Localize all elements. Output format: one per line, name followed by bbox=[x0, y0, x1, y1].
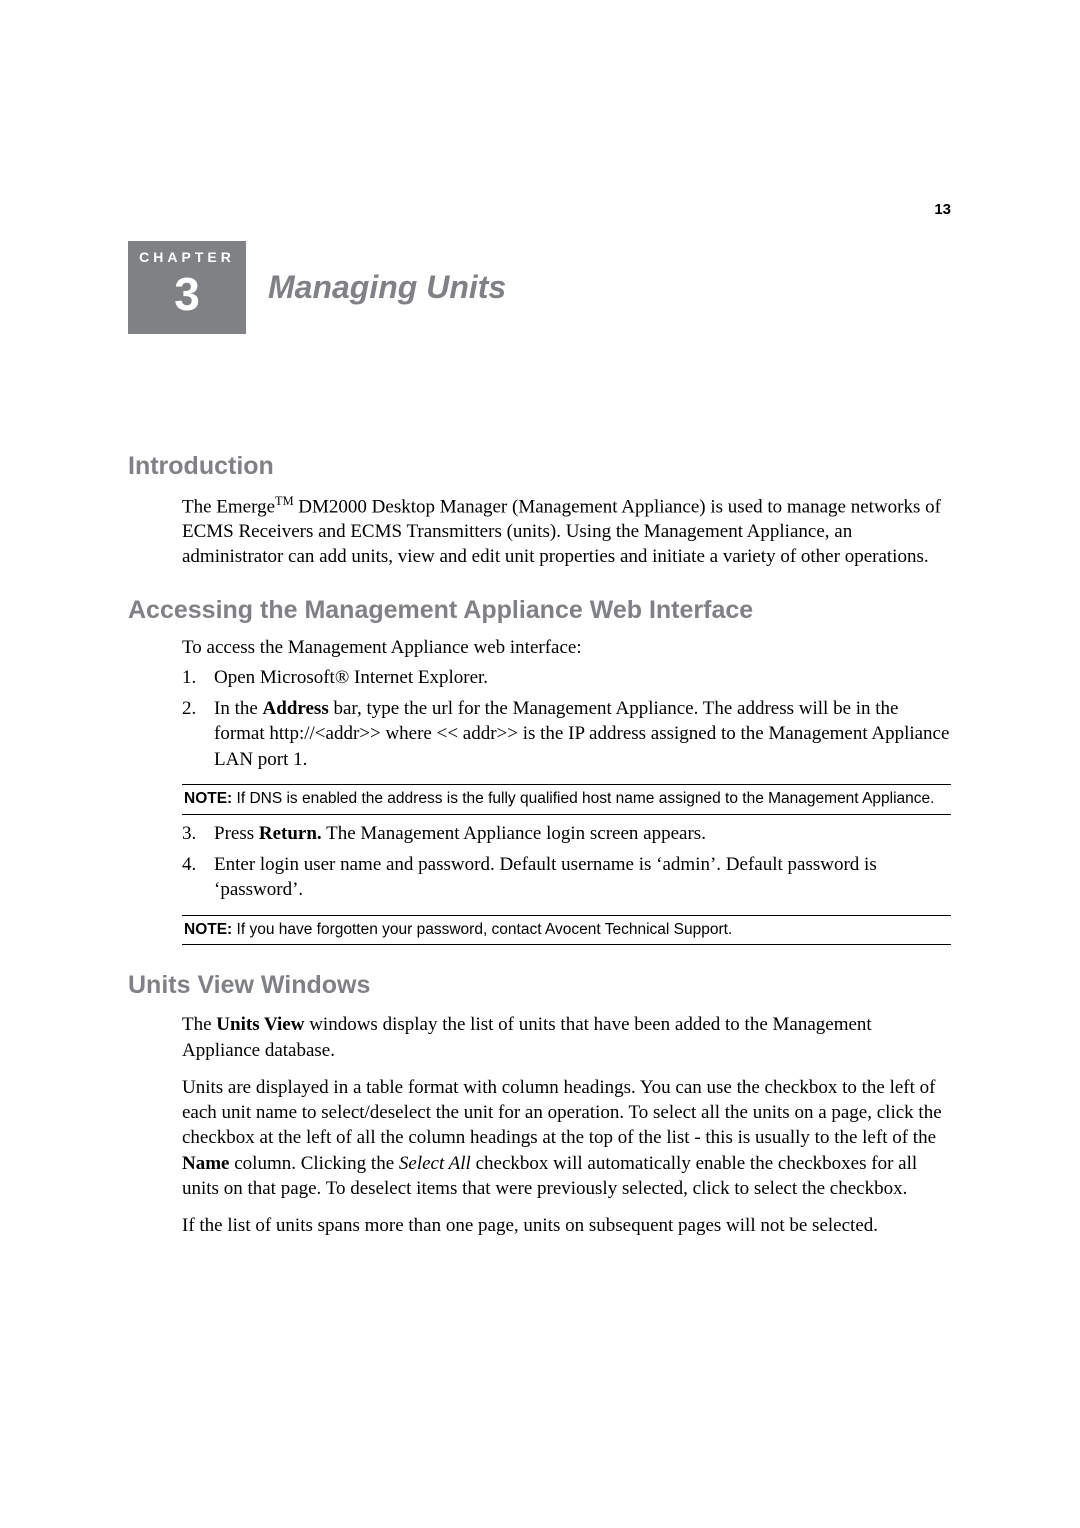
units-para-3: If the list of units spans more than one… bbox=[182, 1213, 951, 1238]
section-heading-introduction: Introduction bbox=[128, 452, 951, 481]
text: The Management Appliance login screen ap… bbox=[322, 823, 706, 844]
text: In the bbox=[214, 698, 263, 719]
step-text: Open Microsoft® Internet Explorer. bbox=[214, 665, 488, 690]
access-lead: To access the Management Appliance web i… bbox=[182, 637, 951, 659]
step-text: Enter login user name and password. Defa… bbox=[214, 852, 951, 903]
chapter-badge: CHAPTER 3 bbox=[128, 241, 246, 334]
text: Press bbox=[214, 823, 259, 844]
bold-text: Units View bbox=[216, 1014, 304, 1035]
text: The Emerge bbox=[182, 496, 275, 517]
chapter-number: 3 bbox=[128, 269, 246, 320]
trademark-superscript: TM bbox=[275, 494, 294, 508]
bold-text: Name bbox=[182, 1153, 229, 1174]
note-text: If DNS is enabled the address is the ful… bbox=[232, 790, 934, 807]
chapter-title: Managing Units bbox=[268, 269, 506, 334]
step-number: 2. bbox=[182, 696, 214, 772]
chapter-label: CHAPTER bbox=[128, 249, 246, 265]
note-label: NOTE: bbox=[184, 790, 232, 807]
step-text: Press Return. The Management Appliance l… bbox=[214, 821, 706, 846]
text: Units are displayed in a table format wi… bbox=[182, 1077, 942, 1149]
access-steps-cont: 3. Press Return. The Management Applianc… bbox=[182, 821, 951, 903]
list-item: 3. Press Return. The Management Applianc… bbox=[182, 821, 951, 846]
units-para-1: The Units View windows display the list … bbox=[182, 1012, 951, 1063]
bold-text: Address bbox=[263, 698, 329, 719]
text: DM2000 Desktop Manager (Management Appli… bbox=[182, 496, 941, 568]
list-item: 1. Open Microsoft® Internet Explorer. bbox=[182, 665, 951, 690]
section-heading-accessing: Accessing the Management Appliance Web I… bbox=[128, 596, 951, 625]
text: The bbox=[182, 1014, 216, 1035]
intro-paragraph: The EmergeTM DM2000 Desktop Manager (Man… bbox=[182, 493, 951, 570]
step-text: In the Address bar, type the url for the… bbox=[214, 696, 951, 772]
text: column. Clicking the bbox=[229, 1153, 398, 1174]
list-item: 2. In the Address bar, type the url for … bbox=[182, 696, 951, 772]
step-number: 3. bbox=[182, 821, 214, 846]
bold-text: Return. bbox=[259, 823, 322, 844]
italic-text: Select All bbox=[399, 1153, 471, 1174]
note-text: If you have forgotten your password, con… bbox=[232, 921, 732, 938]
chapter-header: CHAPTER 3 Managing Units bbox=[128, 241, 951, 334]
step-number: 1. bbox=[182, 665, 214, 690]
list-item: 4. Enter login user name and password. D… bbox=[182, 852, 951, 903]
access-steps: 1. Open Microsoft® Internet Explorer. 2.… bbox=[182, 665, 951, 772]
page-content: CHAPTER 3 Managing Units Introduction Th… bbox=[128, 199, 951, 1239]
section-heading-units-view: Units View Windows bbox=[128, 971, 951, 1000]
note-box: NOTE: If DNS is enabled the address is t… bbox=[182, 784, 951, 815]
step-number: 4. bbox=[182, 852, 214, 903]
note-box: NOTE: If you have forgotten your passwor… bbox=[182, 915, 951, 946]
note-label: NOTE: bbox=[184, 921, 232, 938]
units-para-2: Units are displayed in a table format wi… bbox=[182, 1075, 951, 1201]
